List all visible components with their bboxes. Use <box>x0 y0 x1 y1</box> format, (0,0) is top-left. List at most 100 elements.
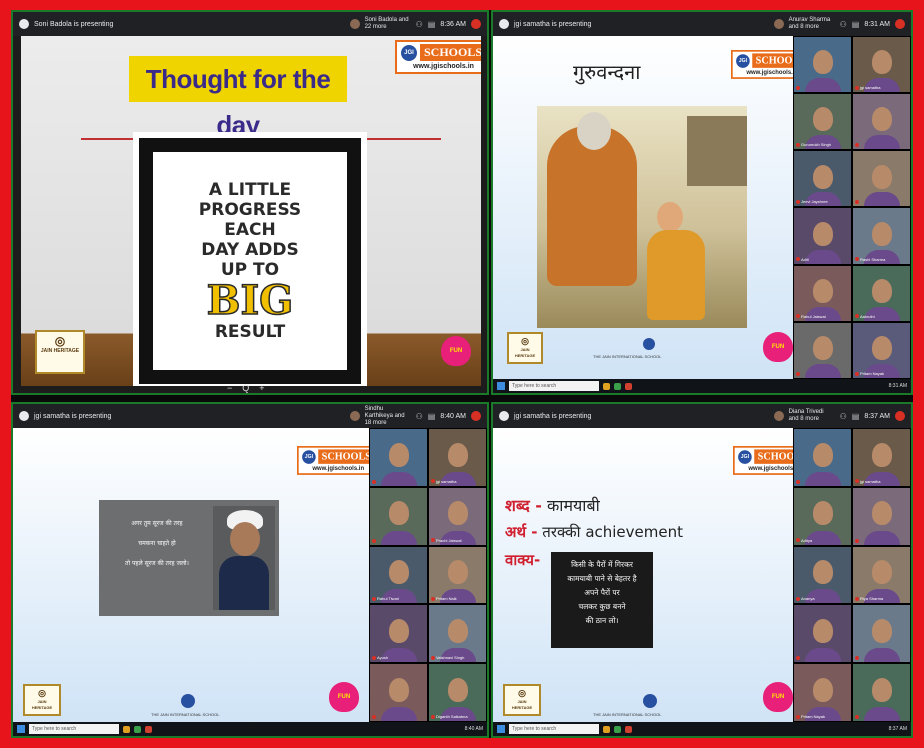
people-icon[interactable]: ⚇ <box>840 412 847 421</box>
mic-off-icon <box>796 142 800 147</box>
record-icon[interactable] <box>895 19 905 29</box>
participant-tile[interactable] <box>794 429 851 486</box>
participants-label: Diana Trivedi and 8 more <box>788 409 824 422</box>
participant-tile[interactable]: Ananya <box>794 546 851 604</box>
participant-body <box>804 648 841 663</box>
participant-tile[interactable]: Aditya <box>794 487 851 545</box>
taskbar-app-icon[interactable] <box>134 725 141 733</box>
taskbar-app-icon[interactable] <box>145 725 152 733</box>
taskbar-app-icon[interactable] <box>603 382 610 390</box>
meet-top-bar: jgi samatha is presenting Sindhu Karthik… <box>13 404 487 428</box>
participant-tile[interactable]: Prachi Jaiswal <box>429 487 486 545</box>
people-icon[interactable]: ⚇ <box>840 20 847 29</box>
participant-tile[interactable]: Aakruthi <box>853 265 910 321</box>
participant-tile[interactable]: Riya Sharma <box>853 546 910 604</box>
participant-tile[interactable]: jgi samatha <box>853 37 910 93</box>
participant-tile[interactable]: Aditi <box>794 208 851 264</box>
participant-tile[interactable] <box>853 487 910 545</box>
present-icon <box>19 411 29 421</box>
chat-icon[interactable]: ▤ <box>852 412 860 421</box>
taskbar-search[interactable]: Type here to search <box>29 724 119 734</box>
taskbar-search[interactable]: Type here to search <box>509 724 599 734</box>
mic-off-icon <box>855 715 859 719</box>
participant-tile[interactable] <box>794 37 851 93</box>
mic-off-icon <box>796 257 800 262</box>
taskbar-app-icon[interactable] <box>625 725 632 733</box>
participant-video <box>871 164 892 189</box>
windows-start-icon[interactable] <box>17 725 25 733</box>
participant-grid: jgi samatha Gurumukh Singh Jeevi Jayshree A… <box>793 36 911 379</box>
participant-tile[interactable] <box>794 322 851 378</box>
participant-name-label: Pritam Nayak <box>860 371 885 376</box>
participant-tile[interactable]: Rahul Tiwari <box>370 546 427 604</box>
zoom-out-button[interactable]: − <box>227 383 232 393</box>
guru-shishya-painting <box>537 106 747 328</box>
zoom-search-icon[interactable]: Q <box>242 383 249 393</box>
jgi-schools-logo: JGISCHOOLS www.jgischools.in <box>733 446 795 475</box>
participant-tile[interactable]: Pritam Nayak <box>853 322 910 378</box>
participant-tile[interactable] <box>853 664 910 721</box>
avatar <box>349 411 360 421</box>
meet-top-bar: Soni Badola is presenting Soni Badola an… <box>13 12 487 36</box>
participant-tile[interactable]: Diganth Saikatma <box>429 664 486 721</box>
participant-tile[interactable]: Rahul Jaiswal <box>794 265 851 321</box>
fun-heart-logo: FUN <box>763 682 793 712</box>
taskbar-app-icon[interactable] <box>123 725 130 733</box>
taskbar-app-icon[interactable] <box>603 725 610 733</box>
participant-tile[interactable]: Pritam Naik <box>429 546 486 604</box>
taskbar-search[interactable]: Type here to search <box>509 381 599 391</box>
windows-start-icon[interactable] <box>497 725 505 733</box>
record-icon[interactable] <box>471 411 481 421</box>
jgi-badge: JGI <box>736 53 750 68</box>
participant-tile[interactable] <box>853 605 910 663</box>
participant-tile[interactable] <box>853 94 910 150</box>
participant-tile[interactable]: Ayush <box>370 605 427 663</box>
participant-tile[interactable] <box>370 664 427 721</box>
participant-name <box>372 479 377 484</box>
participant-tile[interactable]: Vaishnavi Singh <box>429 605 486 663</box>
quote-card: A LITTLE PROGRESS EACH DAY ADDS UP TO BI… <box>153 152 347 370</box>
participant-tile[interactable] <box>794 605 851 663</box>
mic-off-icon <box>372 479 376 484</box>
participant-tile[interactable] <box>853 151 910 207</box>
participant-name <box>796 86 801 91</box>
participant-tile[interactable]: Jeevi Jayshree <box>794 151 851 207</box>
school-name: THE JAIN INTERNATIONAL SCHOOL <box>593 354 662 359</box>
participant-name-label: Rahul Jaiswal <box>801 313 826 319</box>
jain-heritage-logo: ◎ JAIN HERITAGE <box>503 684 541 716</box>
fun-heart-logo: FUN <box>763 332 793 362</box>
slide-word-of-the-day: JGISCHOOLS www.jgischools.in शब्द - कामय… <box>493 428 795 726</box>
word-row: शब्द - कामयाबी <box>505 494 600 516</box>
mic-off-icon <box>796 656 800 661</box>
participant-name-label: Ananya <box>801 596 815 602</box>
participant-video <box>871 442 892 467</box>
participant-tile[interactable]: Rashi Sharma <box>853 208 910 264</box>
people-icon[interactable]: ⚇ <box>416 412 423 421</box>
people-icon[interactable]: ⚇ <box>416 20 423 29</box>
participant-name: jgi samatha <box>855 479 880 484</box>
jgi-url: www.jgischools.in <box>312 465 365 472</box>
record-icon[interactable] <box>471 19 481 29</box>
participant-tile[interactable] <box>370 429 427 486</box>
jgi-schools-logo: JGISCHOOLS www.jgischools.in <box>297 446 369 475</box>
taskbar-app-icon[interactable] <box>614 382 621 390</box>
record-icon[interactable] <box>895 411 905 421</box>
windows-start-icon[interactable] <box>497 382 505 390</box>
participant-body <box>863 707 900 721</box>
taskbar-app-icon[interactable] <box>614 725 621 733</box>
taskbar-app-icon[interactable] <box>625 382 632 390</box>
participant-name-label: Aditi <box>801 256 809 262</box>
participants-label: Soni Badola and 22 more <box>364 17 409 30</box>
chat-icon[interactable]: ▤ <box>428 20 436 29</box>
participant-tile[interactable]: Gurumukh Singh <box>794 94 851 150</box>
mic-off-icon <box>796 479 800 484</box>
zoom-in-button[interactable]: + <box>259 383 264 393</box>
participant-name <box>855 656 860 661</box>
participant-tile[interactable]: Pritam Nayak <box>794 664 851 721</box>
chat-icon[interactable]: ▤ <box>428 412 436 421</box>
chat-icon[interactable]: ▤ <box>852 20 860 29</box>
participant-tile[interactable]: jgi samatha <box>853 429 910 486</box>
participant-tile[interactable] <box>370 487 427 545</box>
participant-tile[interactable]: jgi samatha <box>429 429 486 486</box>
mic-off-icon <box>855 656 859 661</box>
